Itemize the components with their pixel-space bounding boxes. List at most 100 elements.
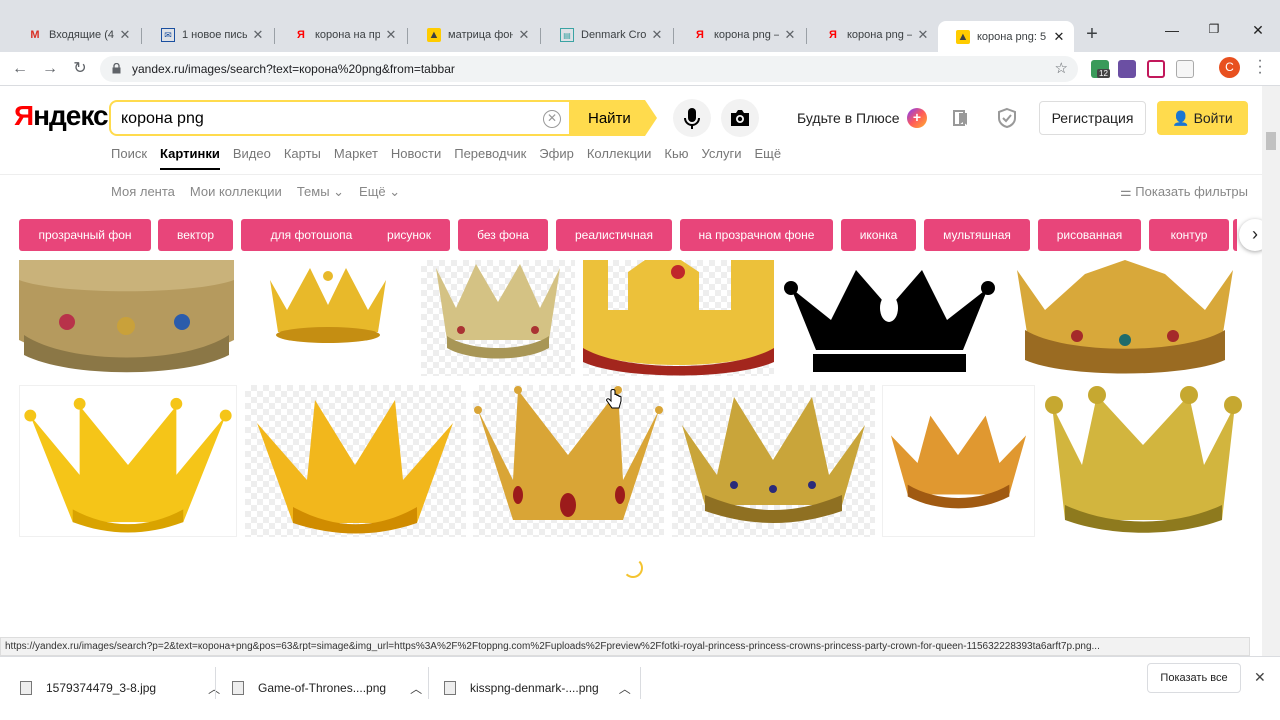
service-video[interactable]: Видео	[233, 146, 271, 161]
reload-button[interactable]: ↻	[69, 58, 91, 80]
minimize-button[interactable]: —	[1162, 22, 1182, 38]
download-item[interactable]: 1579374479_3-8.jpg ︿	[20, 667, 220, 709]
service-uslugi[interactable]: Услуги	[702, 146, 742, 161]
close-icon[interactable]: ✕	[118, 27, 132, 43]
image-result[interactable]	[583, 260, 774, 376]
login-button[interactable]: 👤 Войти	[1157, 101, 1248, 135]
yandex-images-icon: ▲	[956, 29, 970, 44]
my-feed-link[interactable]: Моя лента	[111, 184, 175, 200]
service-more[interactable]: Ещё	[754, 146, 781, 161]
download-item[interactable]: kisspng-denmark-....png ︿	[444, 667, 631, 709]
chip[interactable]: прозрачный фон	[19, 219, 151, 251]
gmail-icon: M	[30, 29, 40, 41]
services-nav: Поиск Картинки Видео Карты Маркет Новост…	[111, 146, 794, 170]
clear-icon[interactable]: ✕	[543, 110, 561, 128]
chip[interactable]: мультяшная	[924, 219, 1030, 251]
scrollbar[interactable]	[1262, 86, 1280, 656]
chip[interactable]: контур	[1149, 219, 1229, 251]
image-result[interactable]	[882, 385, 1035, 537]
profile-avatar[interactable]: C	[1219, 57, 1240, 78]
hand-cursor-icon	[606, 389, 622, 409]
close-icon[interactable]: ✕	[517, 27, 531, 43]
image-result[interactable]	[245, 385, 466, 537]
show-all-downloads-button[interactable]: Показать все	[1147, 663, 1241, 693]
more-dropdown[interactable]: Ещё ⌄	[359, 184, 400, 200]
chip[interactable]: иконка	[841, 219, 916, 251]
chip[interactable]: рисунок	[368, 219, 450, 251]
service-efir[interactable]: Эфир	[539, 146, 574, 161]
back-button[interactable]: ←	[9, 58, 31, 80]
service-translate[interactable]: Переводчик	[454, 146, 526, 161]
chevron-up-icon[interactable]: ︿	[619, 680, 631, 697]
tab-yandex-images-1[interactable]: ▲ матрица фона ✕	[409, 22, 539, 48]
tab-gmail[interactable]: M Входящие (49 ✕	[10, 22, 140, 48]
chip[interactable]: вектор	[158, 219, 233, 251]
forward-button[interactable]: →	[39, 58, 61, 80]
service-images[interactable]: Картинки	[160, 146, 220, 170]
extension-icon[interactable]: 12	[1091, 60, 1110, 78]
download-filename: kisspng-denmark-....png	[470, 681, 599, 695]
tab-yandex-3[interactable]: Я корона png — ✕	[808, 22, 938, 48]
download-item[interactable]: Game-of-Thrones....png ︿	[232, 667, 422, 709]
close-icon[interactable]: ✕	[251, 27, 265, 43]
chip[interactable]: рисованная	[1038, 219, 1141, 251]
new-tab-button[interactable]: +	[1082, 24, 1102, 44]
show-filters-button[interactable]: ⚌ Показать фильтры	[1120, 184, 1248, 200]
image-result[interactable]	[242, 260, 414, 376]
chip[interactable]	[1233, 219, 1237, 251]
close-icon[interactable]: ✕	[783, 27, 797, 43]
service-collections[interactable]: Коллекции	[587, 146, 652, 161]
close-icon[interactable]: ✕	[384, 27, 398, 43]
voice-search-button[interactable]	[673, 99, 711, 137]
yandex-images-icon: ▲	[427, 28, 441, 42]
chip[interactable]: на прозрачном фоне	[680, 219, 833, 251]
image-result[interactable]	[1042, 385, 1245, 537]
register-button[interactable]: Регистрация	[1039, 101, 1146, 135]
scrollbar-thumb[interactable]	[1266, 132, 1276, 150]
bookmark-star-icon[interactable]: ☆	[1055, 59, 1068, 77]
chevron-up-icon[interactable]: ︿	[410, 680, 422, 697]
close-icon[interactable]: ✕	[1254, 669, 1266, 686]
topics-dropdown[interactable]: Темы ⌄	[297, 184, 344, 200]
tab-mail[interactable]: ✉ 1 новое письм ✕	[143, 22, 273, 48]
search-input[interactable]: корона png ✕	[109, 100, 569, 136]
image-result[interactable]	[1005, 260, 1245, 376]
extension-icon[interactable]	[1176, 60, 1194, 78]
service-q[interactable]: Кью	[664, 146, 688, 161]
image-result[interactable]	[19, 385, 237, 537]
plus-promo-text[interactable]: Будьте в Плюсе	[797, 110, 900, 126]
service-search[interactable]: Поиск	[111, 146, 147, 161]
image-result[interactable]	[421, 260, 575, 376]
extension-icon[interactable]	[1147, 60, 1165, 78]
image-search-button[interactable]	[721, 99, 759, 137]
tab-yandex-2[interactable]: Я корона png — ✕	[675, 22, 805, 48]
restore-button[interactable]: ❐	[1204, 22, 1224, 36]
tab-denmark[interactable]: ▤ Denmark Crow ✕	[542, 22, 672, 48]
extension-icon[interactable]	[1118, 60, 1136, 78]
collections-icon[interactable]	[952, 108, 972, 128]
close-icon[interactable]: ✕	[650, 27, 664, 43]
image-result[interactable]	[19, 260, 234, 376]
close-icon[interactable]: ✕	[1052, 29, 1066, 45]
chip[interactable]: без фона	[458, 219, 548, 251]
service-news[interactable]: Новости	[391, 146, 441, 161]
tab-yandex-1[interactable]: Я корона на пр ✕	[276, 22, 406, 48]
plus-icon[interactable]: +	[907, 108, 927, 128]
service-maps[interactable]: Карты	[284, 146, 321, 161]
my-collections-link[interactable]: Мои коллекции	[190, 184, 282, 200]
window-close-button[interactable]: ✕	[1248, 22, 1268, 39]
file-icon	[232, 681, 244, 695]
yandex-logo[interactable]: Яндекс	[14, 100, 109, 132]
chip[interactable]: для фотошопа	[241, 219, 382, 251]
shield-icon[interactable]	[997, 107, 1017, 129]
address-bar[interactable]: yandex.ru/images/search?text=корона%20pn…	[100, 56, 1078, 82]
image-result[interactable]	[672, 385, 875, 537]
image-result[interactable]	[781, 260, 998, 376]
chip[interactable]: реалистичная	[556, 219, 672, 251]
menu-icon[interactable]: · · ·	[1255, 53, 1265, 81]
service-market[interactable]: Маркет	[334, 146, 378, 161]
search-button[interactable]: Найти	[569, 100, 657, 136]
image-result[interactable]	[473, 385, 664, 537]
tab-active[interactable]: ▲ корона png: 5 ✕	[938, 21, 1074, 52]
close-icon[interactable]: ✕	[916, 27, 930, 43]
